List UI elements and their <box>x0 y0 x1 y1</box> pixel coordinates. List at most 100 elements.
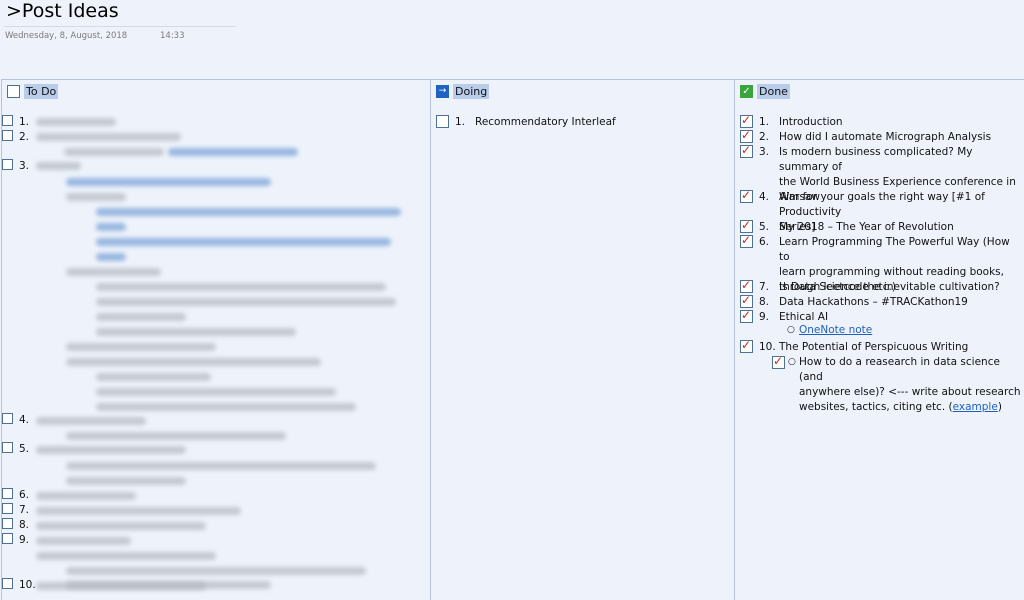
red-check-checkbox-icon[interactable] <box>740 113 753 128</box>
done-item-5[interactable]: 5. My 2018 – The Year of Revolution <box>740 218 1022 235</box>
green-check-icon[interactable]: ✓ <box>740 84 753 98</box>
item-number: 10. <box>759 341 776 353</box>
doing-item-1[interactable]: 1. Recommendatory Interleaf <box>436 115 616 130</box>
item-text: Introduction <box>777 115 1022 130</box>
blurred-text <box>36 133 181 141</box>
blurred-text <box>66 567 366 575</box>
done-header-label: Done <box>757 83 790 99</box>
blurred-text <box>96 283 386 291</box>
empty-checkbox-icon[interactable] <box>7 84 20 98</box>
red-check-checkbox-icon[interactable] <box>740 188 753 203</box>
item-text-line: My 2018 – The Year of Revolution <box>779 221 954 233</box>
checkbox-icon[interactable] <box>2 488 13 499</box>
onenote-subitem: ○ OneNote note <box>787 323 872 338</box>
red-check-checkbox-icon[interactable] <box>740 308 753 323</box>
checkbox-icon[interactable] <box>2 503 13 514</box>
example-link[interactable]: example <box>953 401 998 413</box>
research-line-suffix: ) <box>997 401 1002 413</box>
blurred-text <box>66 358 321 366</box>
research-line: websites, tactics, citing etc. (example) <box>799 400 1024 415</box>
done-item-2[interactable]: 2. How did I automate Micrograph Analysis <box>740 128 1022 145</box>
blurred-text <box>36 446 186 454</box>
item-number: 2. <box>759 131 770 143</box>
red-check-checkbox-icon[interactable] <box>740 128 753 143</box>
page-time: 14:33 <box>160 31 185 41</box>
circle-bullet-icon: ○ <box>788 357 796 367</box>
item-text-line: Is modern business complicated? My summa… <box>779 146 973 173</box>
blurred-link <box>96 223 126 231</box>
red-check-checkbox-icon[interactable] <box>740 293 753 308</box>
research-line: How to do a reasearch in data science (a… <box>799 356 1000 383</box>
red-check-checkbox-icon[interactable] <box>740 233 753 248</box>
blurred-link <box>96 238 391 246</box>
blurred-text <box>36 582 206 590</box>
done-item-1[interactable]: 1. Introduction <box>740 113 1022 130</box>
blurred-text <box>96 328 296 336</box>
done-item-10[interactable]: 10.The Potential of Perspicuous Writing <box>740 338 1022 355</box>
item-text-line: the World Business Experience conference… <box>779 176 1016 188</box>
done-column: ✓ Done 1. Introduction 2. How did I automat… <box>735 80 1024 600</box>
item-text-line: The Potential of Perspicuous Writing <box>779 341 969 353</box>
checkbox-icon[interactable] <box>2 533 13 544</box>
blurred-text <box>36 507 241 515</box>
item-number: 9. <box>759 311 770 323</box>
title-rule <box>4 26 236 27</box>
item-number: 1. <box>455 116 466 128</box>
blurred-text <box>96 313 186 321</box>
todo-header: To Do <box>7 83 59 99</box>
item-text: How did I automate Micrograph Analysis <box>777 130 1022 145</box>
doing-header-label: Doing <box>453 83 490 99</box>
doing-column: → Doing 1. Recommendatory Interleaf <box>431 80 735 600</box>
blurred-text <box>66 462 376 470</box>
item-text-line: Learn Programming The Powerful Way (How … <box>779 236 1010 263</box>
checkbox-icon[interactable] <box>2 442 13 453</box>
research-line-prefix: websites, tactics, citing etc. ( <box>799 401 953 413</box>
checkbox-icon[interactable] <box>2 130 13 141</box>
red-check-checkbox-icon[interactable] <box>740 338 753 353</box>
blurred-link <box>96 253 126 261</box>
blurred-text <box>66 193 126 201</box>
red-check-checkbox-icon[interactable] <box>740 278 753 293</box>
item-number: 8. <box>759 296 770 308</box>
item-text: Data Hackathons – #TRACKathon19 <box>777 295 1022 310</box>
research-line: anywhere else)? <--- write about researc… <box>799 386 1021 398</box>
done-item-8[interactable]: 8. Data Hackathons – #TRACKathon19 <box>740 293 1022 310</box>
checkbox-icon[interactable] <box>2 518 13 529</box>
blurred-link <box>66 178 271 186</box>
item-text: My 2018 – The Year of Revolution <box>777 220 1022 235</box>
blurred-text <box>66 432 286 440</box>
blurred-text <box>66 343 216 351</box>
done-item-9[interactable]: 9.Ethical AI <box>740 308 1022 325</box>
circle-bullet-icon: ○ <box>787 325 795 335</box>
item-text-line: Is Data Science the inevitable cultivati… <box>779 281 1000 293</box>
red-check-checkbox-icon[interactable] <box>740 143 753 158</box>
page-title: >Post Ideas <box>6 0 119 22</box>
blurred-text <box>66 477 186 485</box>
item-text-line: How did I automate Micrograph Analysis <box>779 131 992 143</box>
blurred-text <box>36 162 81 170</box>
item-text-line: learn programming without reading books, <box>779 266 1004 278</box>
checkbox-icon[interactable] <box>2 159 13 170</box>
blurred-text <box>36 537 131 545</box>
checkbox-icon[interactable] <box>2 578 13 589</box>
blurred-link <box>96 208 401 216</box>
onenote-link[interactable]: OneNote note <box>799 323 872 338</box>
red-check-checkbox-icon[interactable] <box>772 354 785 369</box>
kanban-board: To Do 1. 2. 3. 4. 5. 6. 7. 8. 9. 10. → D… <box>1 79 1024 600</box>
blurred-link <box>168 148 298 156</box>
item-number: 5. <box>759 221 770 233</box>
doing-header: → Doing <box>436 83 490 99</box>
checkbox-icon[interactable] <box>2 115 13 126</box>
checkbox-icon[interactable] <box>2 413 13 424</box>
blurred-text <box>96 403 356 411</box>
blurred-text <box>36 118 116 126</box>
done-item-7[interactable]: 7. Is Data Science the inevitable cultiva… <box>740 278 1022 295</box>
blurred-text <box>36 522 206 530</box>
red-check-checkbox-icon[interactable] <box>740 218 753 233</box>
checkbox-icon[interactable] <box>436 115 449 128</box>
blurred-text <box>96 373 211 381</box>
blurred-text <box>36 552 216 560</box>
blurred-text <box>64 148 164 156</box>
arrow-right-icon[interactable]: → <box>436 84 449 98</box>
page-date: Wednesday, 8, August, 2018 <box>5 31 128 41</box>
